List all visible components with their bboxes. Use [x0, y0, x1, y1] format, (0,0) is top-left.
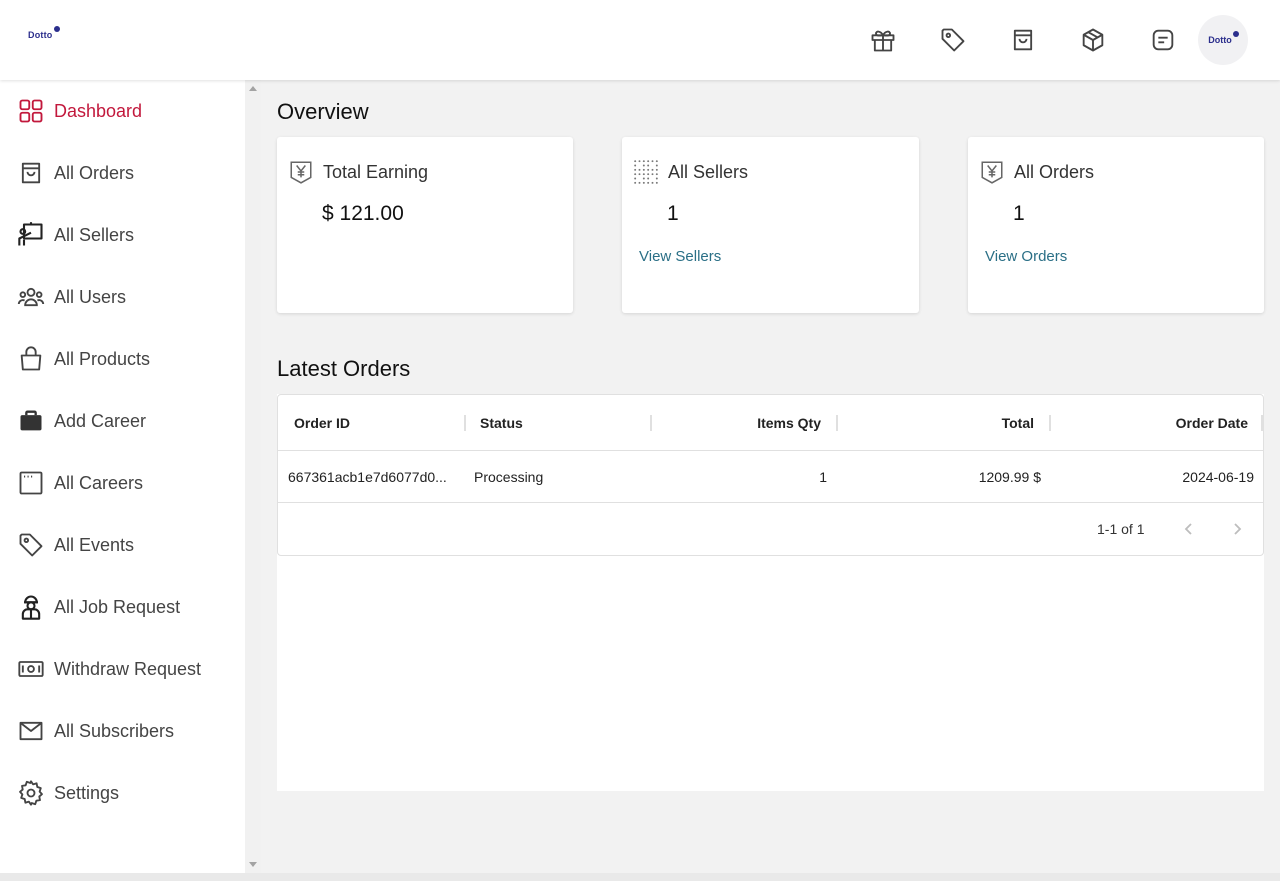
card-value: 1	[1013, 202, 1025, 225]
mail-icon	[16, 716, 46, 746]
sidebar-item-label: All Subscribers	[54, 720, 175, 741]
money-icon	[16, 654, 46, 684]
sidebar-item-all-job-request[interactable]: All Job Request	[0, 582, 245, 632]
users-icon	[16, 282, 46, 312]
sidebar-item-label: Settings	[54, 782, 120, 803]
card-title: All Sellers	[668, 162, 749, 182]
top-header: Dotto Dotto	[0, 0, 1280, 80]
sidebar-item-label: All Users	[54, 286, 127, 307]
card-value: 1	[667, 202, 679, 225]
sidebar-item-all-orders[interactable]: All Orders	[0, 148, 245, 198]
orders-table: Order ID Status Items Qty Total Order Da…	[277, 394, 1264, 556]
horizontal-scroll-track	[0, 873, 1280, 881]
cell-items-qty[interactable]: 1	[819, 469, 827, 485]
scroll-down-arrow-icon[interactable]	[249, 862, 257, 867]
sidebar-item-label: All Events	[54, 534, 135, 555]
yen-icon	[979, 159, 1005, 185]
sidebar-item-all-careers[interactable]: All Careers	[0, 458, 245, 508]
window-icon	[16, 468, 46, 498]
column-header-order-id[interactable]: Order ID	[294, 415, 350, 431]
overview-title: Overview	[277, 99, 369, 124]
sidebar: Dashboard All Orders All Sellers All Use…	[0, 80, 245, 873]
column-header-status[interactable]: Status	[480, 415, 523, 431]
sidebar-item-withdraw-request[interactable]: Withdraw Request	[0, 644, 245, 694]
sidebar-item-all-sellers[interactable]: All Sellers	[0, 210, 245, 260]
tag-icon	[16, 530, 46, 560]
dashboard-grid-icon	[16, 96, 46, 126]
column-header-total[interactable]: Total	[1002, 415, 1034, 431]
latest-orders-panel: Order ID Status Items Qty Total Order Da…	[277, 394, 1264, 791]
sidebar-item-all-users[interactable]: All Users	[0, 272, 245, 322]
sidebar-item-add-career[interactable]: Add Career	[0, 396, 245, 446]
sidebar-item-label: Add Career	[54, 410, 147, 431]
sidebar-item-all-subscribers[interactable]: All Subscribers	[0, 706, 245, 756]
total-earning-card: Total Earning $ 121.00	[277, 137, 573, 313]
row-divider	[278, 502, 1263, 503]
next-page-icon[interactable]	[1225, 517, 1249, 541]
pagination-count: 1-1 of 1	[1097, 521, 1145, 537]
latest-orders-title: Latest Orders	[277, 356, 411, 381]
sidebar-item-label: Withdraw Request	[54, 658, 202, 679]
sidebar-item-all-products[interactable]: All Products	[0, 334, 245, 384]
sidebar-item-dashboard[interactable]: Dashboard	[0, 86, 245, 136]
sidebar-item-label: All Sellers	[54, 224, 135, 245]
sidebar-item-settings[interactable]: Settings	[0, 768, 245, 818]
column-separator[interactable]	[650, 415, 652, 431]
sidebar-item-all-events[interactable]: All Events	[0, 520, 245, 570]
tag-icon[interactable]	[937, 24, 969, 56]
all-sellers-card: All Sellers 1 View Sellers	[622, 137, 919, 313]
sidebar-item-label: Dashboard	[54, 100, 143, 121]
package-icon[interactable]	[1077, 24, 1109, 56]
prev-page-icon[interactable]	[1177, 517, 1201, 541]
column-separator[interactable]	[836, 415, 838, 431]
column-header-items-qty[interactable]: Items Qty	[757, 415, 821, 431]
all-orders-card: All Orders 1 View Orders	[968, 137, 1264, 313]
cell-order-date[interactable]: 2024-06-19	[1182, 469, 1254, 485]
shopping-bag-icon	[16, 158, 46, 188]
gift-icon[interactable]	[867, 24, 899, 56]
sidebar-item-label: All Products	[54, 348, 151, 369]
logo[interactable]: Dotto	[28, 26, 60, 40]
yen-icon	[288, 159, 314, 185]
presenter-icon	[16, 220, 46, 250]
sidebar-item-label: All Orders	[54, 162, 135, 183]
briefcase-icon	[16, 406, 46, 436]
card-title: All Orders	[1014, 162, 1095, 182]
column-separator[interactable]	[1261, 415, 1263, 431]
header-divider	[278, 450, 1263, 451]
sidebar-item-label: All Careers	[54, 472, 144, 493]
note-icon[interactable]	[1147, 24, 1179, 56]
gear-icon	[16, 778, 46, 808]
dotted-grid-icon	[633, 159, 659, 185]
column-separator[interactable]	[1049, 415, 1051, 431]
sidebar-item-label: All Job Request	[54, 596, 181, 617]
scroll-up-arrow-icon[interactable]	[249, 86, 257, 91]
avatar[interactable]: Dotto	[1198, 15, 1248, 65]
sidebar-scrollbar[interactable]	[245, 80, 261, 873]
shopping-bag-icon[interactable]	[1007, 24, 1039, 56]
view-sellers-link[interactable]: View Sellers	[639, 248, 721, 265]
view-orders-link[interactable]: View Orders	[985, 248, 1067, 265]
column-separator[interactable]	[464, 415, 466, 431]
worker-icon	[16, 592, 46, 622]
card-title: Total Earning	[323, 162, 429, 182]
cell-order-id[interactable]: 667361acb1e7d6077d0...	[288, 469, 447, 485]
column-header-order-date[interactable]: Order Date	[1176, 415, 1248, 431]
handbag-icon	[16, 344, 46, 374]
cell-status[interactable]: Processing	[474, 469, 543, 485]
cell-total[interactable]: 1209.99 $	[979, 469, 1041, 485]
card-value: $ 121.00	[322, 202, 404, 225]
